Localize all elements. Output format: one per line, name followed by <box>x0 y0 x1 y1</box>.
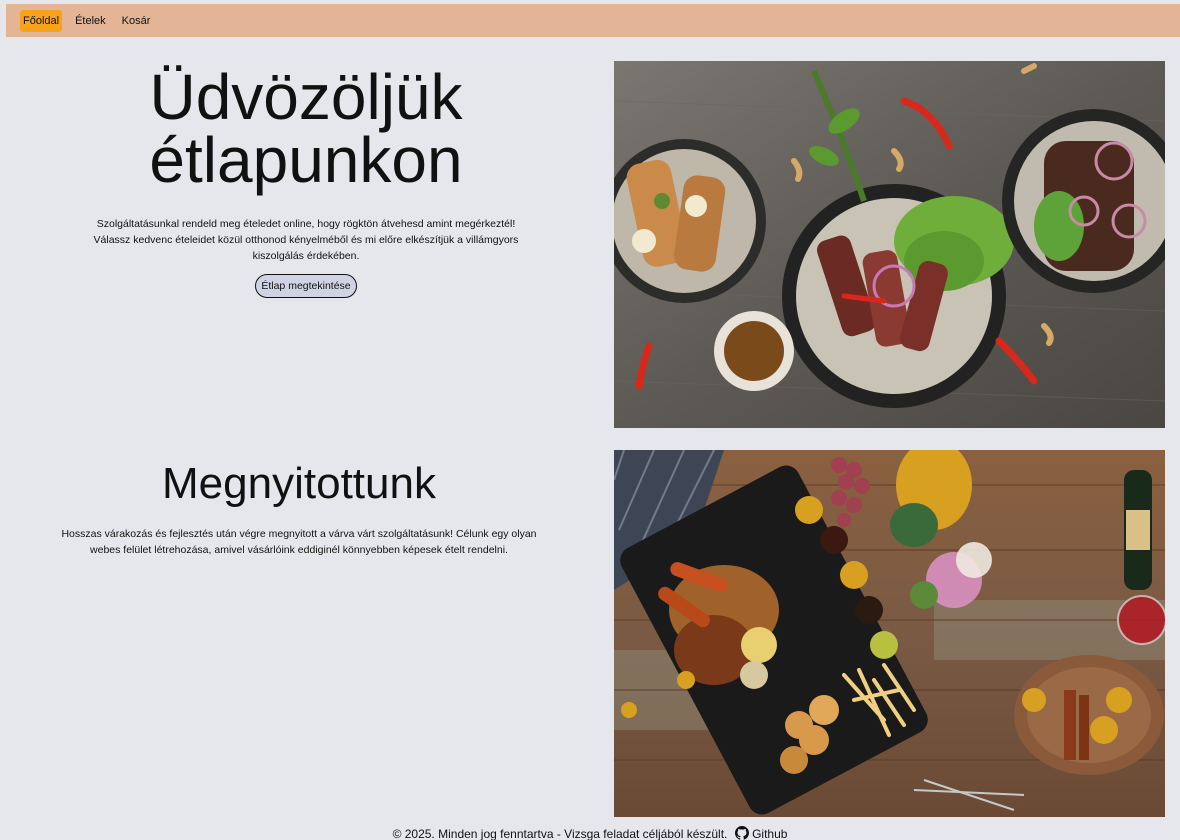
github-icon[interactable] <box>734 826 749 840</box>
hero-description: Szolgáltatásunkal rendeld meg ételedet o… <box>93 218 519 262</box>
footer-copyright: © 2025. Minden jog fenntartva - Vizsga f… <box>392 827 728 840</box>
opening-title: Megnyitottunk <box>162 459 436 508</box>
nav-item-fooldal[interactable]: Főoldal <box>20 9 63 32</box>
hero-title-line2: étlapunkon <box>149 124 463 196</box>
hero-section: Üdvözöljük étlapunkon Szolgáltatásunkal … <box>56 65 556 298</box>
nav-item-kosar[interactable]: Kosár <box>119 10 154 32</box>
hero-food-image <box>614 61 1165 428</box>
feast-food-image <box>614 450 1165 817</box>
nav-item-etelek[interactable]: Ételek <box>72 10 109 32</box>
view-menu-button[interactable]: Étlap megtekintése <box>255 274 357 298</box>
github-link[interactable]: Github <box>752 827 787 840</box>
hero-title: Üdvözöljük étlapunkon <box>56 65 556 192</box>
navbar: Főoldal Ételek Kosár <box>6 4 1180 37</box>
hero-title-line1: Üdvözöljük <box>149 61 463 133</box>
footer: © 2025. Minden jog fenntartva - Vizsga f… <box>0 826 1180 840</box>
opening-section: Megnyitottunk Hosszas várakozás és fejle… <box>56 458 542 558</box>
opening-description: Hosszas várakozás és fejlesztés után vég… <box>61 528 537 556</box>
